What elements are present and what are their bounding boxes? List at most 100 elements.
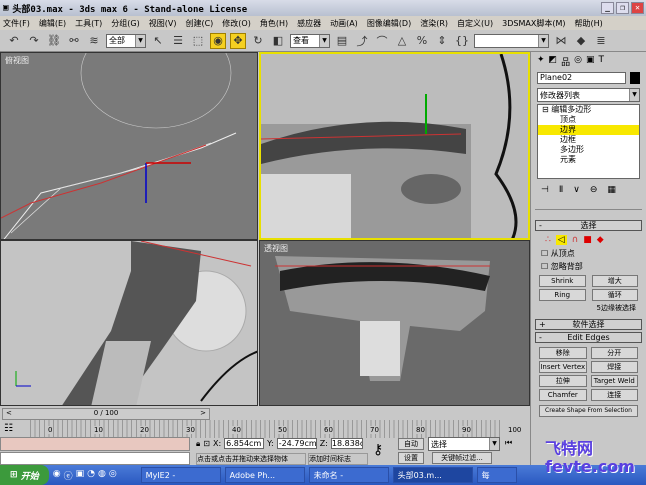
- menu-help[interactable]: 帮助(H): [574, 18, 602, 29]
- ignore-backfacing-checkbox[interactable]: ☐ 忽略背部: [531, 260, 646, 273]
- make-unique-icon[interactable]: ∨: [573, 185, 580, 197]
- loop-button[interactable]: 循环: [591, 289, 638, 301]
- auto-key-button[interactable]: 自动: [398, 438, 424, 450]
- percent-snap-icon[interactable]: %: [414, 33, 430, 49]
- unlink-icon[interactable]: ⚯: [66, 33, 82, 49]
- maxscript-input[interactable]: [0, 452, 190, 465]
- manipulate-icon[interactable]: ⤴: [354, 33, 370, 49]
- quick-launch-icon[interactable]: ▣: [76, 469, 85, 482]
- move-icon[interactable]: ✥: [230, 32, 246, 49]
- maximize-button[interactable]: ❐: [616, 2, 629, 14]
- angle-snap-icon[interactable]: △: [394, 33, 410, 49]
- align-icon[interactable]: ◆: [573, 33, 589, 49]
- stack-item-polygon[interactable]: 多边形: [538, 145, 639, 155]
- x-coord-field[interactable]: 6.854cm: [224, 438, 265, 449]
- task-other[interactable]: 每: [476, 467, 517, 483]
- scale-icon[interactable]: ◧: [270, 33, 286, 49]
- select-icon[interactable]: ↖: [150, 33, 166, 49]
- quick-launch-icon[interactable]: ◎: [109, 469, 117, 482]
- menu-rendering[interactable]: 渲染(R): [420, 18, 448, 29]
- edit-edges-rollout-header[interactable]: - Edit Edges: [535, 332, 642, 343]
- stack-item-edit-poly[interactable]: ⊟ 编辑多边形: [538, 105, 639, 115]
- minimize-button[interactable]: _: [601, 2, 614, 14]
- object-color-swatch[interactable]: [630, 72, 640, 84]
- pin-stack-icon[interactable]: ⊣: [541, 185, 549, 197]
- task-untitled[interactable]: 未命名 -: [308, 467, 389, 483]
- key-filters-button[interactable]: 关键帧过滤...: [432, 452, 492, 464]
- hierarchy-tab-icon[interactable]: 品: [561, 55, 570, 68]
- start-button[interactable]: ⊞ 开始: [0, 465, 49, 485]
- modifier-stack[interactable]: ⊟ 编辑多边形 顶点 边界 边框 多边形 元素: [537, 104, 640, 179]
- mirror-icon[interactable]: ⋈: [553, 33, 569, 49]
- rotate-icon[interactable]: ↻: [250, 33, 266, 49]
- menu-maxscript[interactable]: 3DSMAX脚本(M): [502, 18, 565, 29]
- object-name-field[interactable]: Plane02: [537, 72, 626, 84]
- polygon-mode-icon[interactable]: ■: [583, 235, 592, 245]
- stack-item-border[interactable]: 边界: [538, 125, 639, 135]
- modify-tab-icon[interactable]: ◩: [549, 55, 558, 67]
- vertex-mode-icon[interactable]: ∴: [545, 235, 551, 245]
- pivot-icon[interactable]: ▤: [334, 33, 350, 49]
- undo-icon[interactable]: ↶: [6, 33, 22, 49]
- connect-button[interactable]: 连接: [590, 389, 638, 401]
- viewport-label[interactable]: 透视图: [264, 243, 288, 254]
- prev-frame-icon[interactable]: <: [6, 409, 12, 419]
- lock-icon[interactable]: 🔒︎: [196, 439, 200, 449]
- spinner-snap-icon[interactable]: ⇕: [434, 33, 450, 49]
- rect-selection-icon[interactable]: ⬚: [190, 33, 206, 49]
- menu-animation[interactable]: 动画(A): [330, 18, 358, 29]
- menu-group[interactable]: 分组(G): [111, 18, 139, 29]
- target-weld-button[interactable]: Target Weld: [590, 375, 638, 387]
- by-vertex-checkbox[interactable]: ☐ 从顶点: [531, 247, 646, 260]
- menu-edit[interactable]: 编辑(E): [39, 18, 66, 29]
- soft-selection-rollout-header[interactable]: + 软件选择: [535, 319, 642, 330]
- stack-item-edge[interactable]: 边框: [538, 135, 639, 145]
- menu-file[interactable]: 文件(F): [3, 18, 30, 29]
- show-end-result-icon[interactable]: Ⅱ: [559, 185, 563, 197]
- split-button[interactable]: 分开: [590, 347, 638, 359]
- menu-customize[interactable]: 自定义(U): [457, 18, 493, 29]
- edit-named-selection-icon[interactable]: {}: [454, 33, 470, 49]
- quick-launch-icon[interactable]: ◉: [53, 469, 61, 482]
- task-myie2[interactable]: MyIE2 -: [140, 467, 221, 483]
- viewport-label[interactable]: 俯视图: [5, 55, 29, 66]
- task-photoshop[interactable]: Adobe Ph...: [224, 467, 305, 483]
- reference-coord-dropdown[interactable]: 查看 ▼: [290, 33, 330, 48]
- menu-reactor[interactable]: 感应器: [297, 18, 321, 29]
- menu-create[interactable]: 创建(C): [185, 18, 213, 29]
- element-mode-icon[interactable]: ◆: [597, 235, 604, 245]
- snap-icon[interactable]: ⌒: [374, 33, 390, 49]
- create-shape-button[interactable]: Create Shape From Selection: [539, 405, 638, 417]
- set-key-button[interactable]: 设置: [398, 452, 424, 464]
- layer-manager-icon[interactable]: ≣: [593, 33, 609, 49]
- track-bar[interactable]: 0 10 20 30 40 50 60 70 80 90 100: [30, 420, 522, 438]
- task-3dsmax[interactable]: 头部03.m...: [392, 467, 473, 483]
- goto-start-icon[interactable]: ⏮: [505, 438, 512, 448]
- selection-filter-dropdown[interactable]: 全部 ▼: [106, 33, 146, 48]
- utilities-tab-icon[interactable]: T: [598, 55, 604, 67]
- stack-item-element[interactable]: 元素: [538, 155, 639, 165]
- select-by-name-icon[interactable]: ☰: [170, 33, 186, 49]
- menu-modifiers[interactable]: 修改(O): [222, 18, 251, 29]
- add-time-tag[interactable]: 添加时间标志: [308, 453, 368, 465]
- menu-tools[interactable]: 工具(T): [75, 18, 102, 29]
- track-bar-icon[interactable]: ☷: [4, 423, 13, 434]
- viewport-perspective[interactable]: 透视图: [259, 240, 530, 406]
- display-tab-icon[interactable]: ▣: [586, 55, 595, 67]
- key-mode-dropdown[interactable]: 选择 ▼: [428, 437, 500, 451]
- create-tab-icon[interactable]: ✦: [537, 55, 545, 67]
- border-mode-icon[interactable]: ∩: [572, 235, 579, 245]
- y-coord-field[interactable]: -24.79cm: [276, 438, 317, 449]
- modifier-list-dropdown[interactable]: 修改器列表 ▼: [537, 88, 640, 102]
- menu-character[interactable]: 角色(H): [260, 18, 288, 29]
- absolute-mode-icon[interactable]: ⊡: [203, 439, 210, 448]
- window-crossing-icon[interactable]: ◉: [210, 32, 226, 49]
- set-key-icon[interactable]: ⚷: [373, 442, 383, 458]
- menu-views[interactable]: 视图(V): [149, 18, 177, 29]
- close-button[interactable]: ✕: [631, 2, 644, 14]
- qq-icon[interactable]: ◔: [87, 469, 95, 482]
- z-coord-field[interactable]: 18.838cm: [330, 438, 363, 449]
- bind-space-warp-icon[interactable]: ≋: [86, 33, 102, 49]
- link-icon[interactable]: ⛓: [46, 33, 62, 49]
- insert-vertex-button[interactable]: Insert Vertex: [539, 361, 587, 373]
